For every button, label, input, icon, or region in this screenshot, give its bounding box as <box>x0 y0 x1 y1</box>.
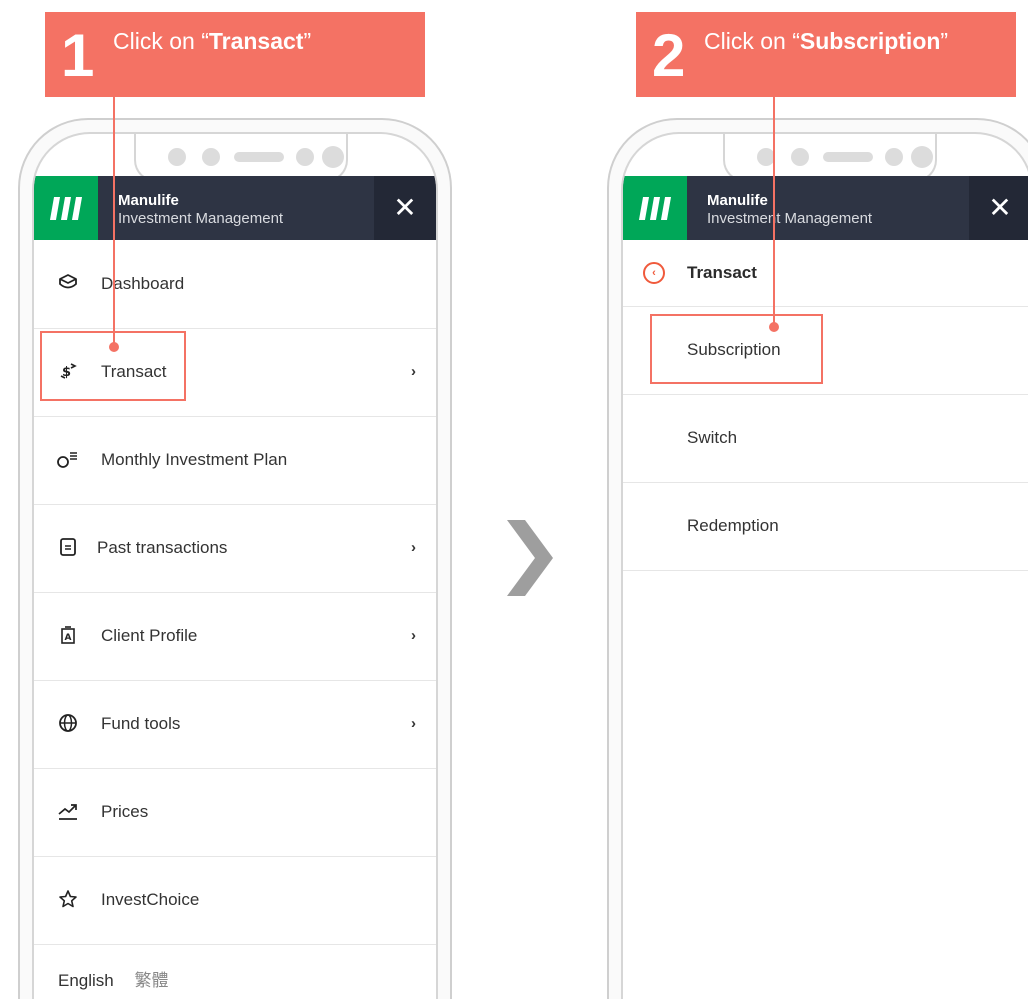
brand-subtitle: Investment Management <box>707 210 873 227</box>
connector-line-step-1 <box>113 97 115 346</box>
close-menu-button[interactable]: ✕ <box>374 176 436 240</box>
globe-icon <box>56 713 80 735</box>
menu-item-label: Client Profile <box>101 626 198 645</box>
menu-item-fund-tools[interactable]: Fund tools › <box>34 680 436 769</box>
language-traditional-chinese[interactable]: 繁體 <box>135 971 169 990</box>
step-number: 2 <box>652 22 686 89</box>
close-icon: ✕ <box>393 192 417 223</box>
brand-name: Manulife <box>118 192 179 209</box>
phone-frame-main-menu: Manulife Investment Management ✕ Dashboa… <box>18 118 452 999</box>
profile-card-icon: A <box>56 625 80 647</box>
step-1-callout: 1 Click on “Transact” <box>45 12 425 97</box>
phone-screen: Manulife Investment Management ✕ Dashboa… <box>32 132 438 999</box>
language-switcher: English 繁體 <box>58 966 185 991</box>
svg-text:A: A <box>65 633 72 643</box>
step-instruction: Click on “Subscription” <box>704 28 949 54</box>
submenu-item-label: Redemption <box>687 516 779 535</box>
highlight-subscription <box>650 314 823 384</box>
chevron-right-icon: › <box>411 715 416 732</box>
menu-item-client-profile[interactable]: A Client Profile › <box>34 592 436 681</box>
menu-item-monthly-investment-plan[interactable]: Monthly Investment Plan <box>34 416 436 505</box>
menu-item-label: InvestChoice <box>101 890 200 909</box>
back-icon[interactable]: ‹ <box>643 262 665 284</box>
submenu-header: ‹ Transact <box>623 240 1028 307</box>
menu-item-past-transactions[interactable]: Past transactions › <box>34 504 436 593</box>
step-2-callout: 2 Click on “Subscription” <box>636 12 1016 97</box>
close-icon: ✕ <box>988 192 1012 223</box>
chevron-right-icon: › <box>411 627 416 644</box>
menu-item-label: Monthly Investment Plan <box>101 450 288 469</box>
chevron-right-icon: › <box>411 539 416 556</box>
brand-name: Manulife <box>707 192 768 209</box>
brand-subtitle: Investment Management <box>118 210 284 227</box>
manulife-logo <box>623 176 687 240</box>
menu-item-dashboard[interactable]: Dashboard <box>34 240 436 329</box>
submenu-item-switch[interactable]: Switch <box>623 395 1028 483</box>
menu-item-prices[interactable]: Prices <box>34 768 436 857</box>
language-english[interactable]: English <box>58 971 114 990</box>
trend-up-icon <box>56 801 80 823</box>
app-header: Manulife Investment Management ✕ <box>623 176 1028 240</box>
box-icon <box>56 273 80 295</box>
menu-item-label: Fund tools <box>101 714 181 733</box>
star-icon <box>56 889 80 911</box>
connector-dot-step-1 <box>109 342 119 352</box>
step-number: 1 <box>61 22 95 89</box>
menu-item-investchoice[interactable]: InvestChoice <box>34 856 436 945</box>
connector-line-step-2 <box>773 97 775 327</box>
app-header: Manulife Investment Management ✕ <box>34 176 436 240</box>
submenu-item-redemption[interactable]: Redemption <box>623 483 1028 571</box>
phone-frame-transact-menu: Manulife Investment Management ✕ ‹ Trans… <box>607 118 1028 999</box>
phone-notch <box>723 134 937 182</box>
next-step-arrow-icon <box>507 520 553 596</box>
phone-screen: Manulife Investment Management ✕ ‹ Trans… <box>621 132 1028 999</box>
connector-dot-step-2 <box>769 322 779 332</box>
menu-item-label: Prices <box>101 802 149 821</box>
phone-notch <box>134 134 348 182</box>
step-instruction: Click on “Transact” <box>113 28 312 54</box>
coin-list-icon <box>56 449 80 471</box>
chevron-right-icon: › <box>411 363 416 380</box>
manulife-logo <box>34 176 98 240</box>
submenu-item-label: Switch <box>687 428 738 447</box>
document-icon <box>56 537 80 559</box>
submenu-title: Transact <box>687 263 757 282</box>
menu-item-label: Past transactions <box>97 538 228 557</box>
close-menu-button[interactable]: ✕ <box>969 176 1028 240</box>
